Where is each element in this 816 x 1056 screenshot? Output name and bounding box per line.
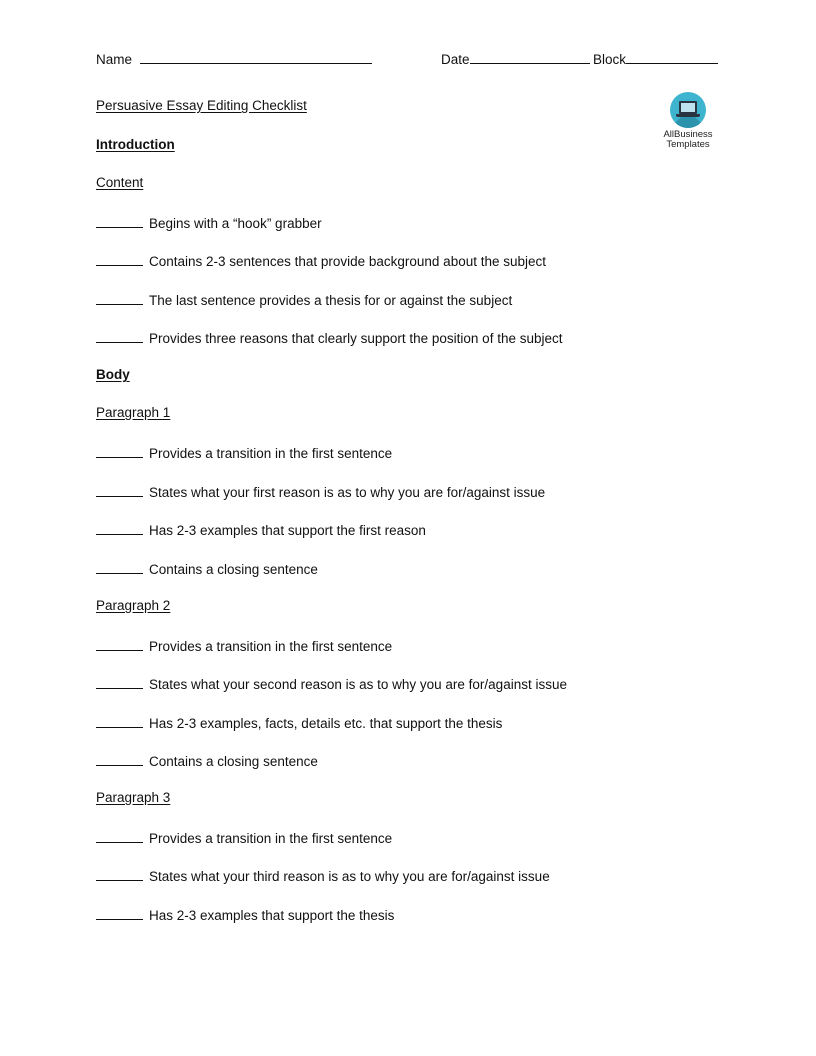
item-text: States what your second reason is as to … (149, 677, 567, 692)
checklist-item: Contains 2-3 sentences that provide back… (96, 251, 546, 271)
checklist-item: Has 2-3 examples that support the thesis (96, 905, 394, 925)
section-heading-body: Body (96, 367, 130, 382)
block-blank[interactable] (626, 49, 719, 64)
check-blank[interactable] (96, 751, 143, 766)
item-text: Contains a closing sentence (149, 754, 318, 769)
checklist-item: States what your first reason is as to w… (96, 482, 545, 502)
check-blank[interactable] (96, 328, 143, 343)
name-field[interactable]: Name (96, 49, 372, 67)
checklist-item: Contains a closing sentence (96, 751, 318, 771)
checklist-item: Provides a transition in the first sente… (96, 828, 392, 848)
check-blank[interactable] (96, 866, 143, 881)
name-label: Name (96, 52, 133, 67)
item-text: The last sentence provides a thesis for … (149, 293, 513, 308)
item-text: Provides three reasons that clearly supp… (149, 331, 563, 346)
block-field[interactable]: Block (593, 49, 719, 67)
date-label: Date (441, 52, 470, 67)
item-text: Provides a transition in the first sente… (149, 446, 393, 461)
section-heading-introduction: Introduction (96, 137, 175, 152)
block-label: Block (593, 52, 627, 67)
item-text: Contains a closing sentence (149, 562, 318, 577)
checklist-item: Provides three reasons that clearly supp… (96, 328, 562, 348)
item-text: Has 2-3 examples that support the thesis (149, 908, 395, 923)
checklist-item: Provides a transition in the first sente… (96, 443, 392, 463)
check-blank[interactable] (96, 482, 143, 497)
subheading-paragraph-2: Paragraph 2 (96, 598, 171, 613)
checklist-item: States what your second reason is as to … (96, 674, 567, 694)
check-blank[interactable] (96, 713, 143, 728)
logo-line-2: Templates (666, 139, 710, 150)
check-blank[interactable] (96, 520, 143, 535)
item-text: Has 2-3 examples, facts, details etc. th… (149, 716, 503, 731)
subheading-paragraph-1: Paragraph 1 (96, 405, 171, 420)
checklist-item: Provides a transition in the first sente… (96, 636, 392, 656)
subheading-paragraph-3: Paragraph 3 (96, 790, 171, 805)
check-blank[interactable] (96, 251, 143, 266)
item-text: Contains 2-3 sentences that provide back… (149, 254, 547, 269)
item-text: Begins with a “hook” grabber (149, 216, 322, 231)
check-blank[interactable] (96, 443, 143, 458)
checklist-item: Contains a closing sentence (96, 559, 318, 579)
document-title: Persuasive Essay Editing Checklist (96, 98, 307, 113)
laptop-icon (670, 92, 706, 128)
item-text: States what your third reason is as to w… (149, 869, 550, 884)
check-blank[interactable] (96, 905, 143, 920)
logo-text: AllBusiness Templates (660, 130, 716, 150)
item-text: Has 2-3 examples that support the first … (149, 523, 426, 538)
checklist-item: Has 2-3 examples that support the first … (96, 520, 426, 540)
name-blank[interactable] (139, 49, 372, 64)
check-blank[interactable] (96, 674, 143, 689)
checklist-item: Begins with a “hook” grabber (96, 213, 322, 233)
checklist-item: States what your third reason is as to w… (96, 866, 550, 886)
subheading-content: Content (96, 175, 144, 190)
check-blank[interactable] (96, 559, 143, 574)
item-text: States what your first reason is as to w… (149, 485, 546, 500)
date-field[interactable]: Date (441, 49, 590, 67)
check-blank[interactable] (96, 828, 143, 843)
check-blank[interactable] (96, 290, 143, 305)
checklist-item: The last sentence provides a thesis for … (96, 290, 512, 310)
date-blank[interactable] (469, 49, 590, 64)
item-text: Provides a transition in the first sente… (149, 639, 393, 654)
allbusiness-templates-logo: AllBusiness Templates (660, 92, 716, 150)
check-blank[interactable] (96, 636, 143, 651)
check-blank[interactable] (96, 213, 143, 228)
item-text: Provides a transition in the first sente… (149, 831, 393, 846)
checklist-item: Has 2-3 examples, facts, details etc. th… (96, 713, 502, 733)
